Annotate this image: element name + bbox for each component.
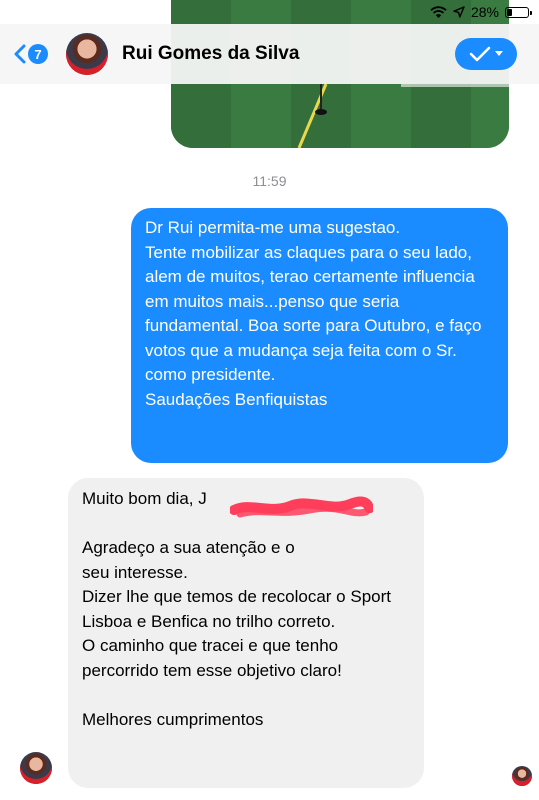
battery-icon (505, 6, 532, 18)
contact-name[interactable]: Rui Gomes da Silva (122, 43, 455, 65)
chevron-left-icon (14, 44, 26, 64)
wifi-icon (430, 5, 447, 19)
sender-avatar[interactable] (20, 752, 52, 784)
chevron-down-icon (495, 51, 503, 56)
outgoing-message-bubble[interactable]: Dr Rui permita-me uma sugestao. Tente mo… (131, 208, 508, 463)
messenger-screen: 28% 7 Rui Gomes da Silva 11:59 Dr Rui pe… (0, 0, 539, 800)
contact-avatar[interactable] (66, 33, 108, 75)
redaction-scribble (230, 496, 373, 518)
status-bar: 28% (0, 0, 539, 24)
location-arrow-icon (453, 6, 465, 18)
checkmark-icon (469, 46, 491, 62)
battery-level (507, 8, 512, 16)
unread-count-badge: 7 (28, 44, 48, 64)
message-timestamp: 11:59 (252, 173, 287, 189)
back-button[interactable]: 7 (14, 44, 48, 64)
chat-header: 7 Rui Gomes da Silva (0, 24, 539, 84)
read-receipt-avatar (512, 766, 532, 786)
battery-percent: 28% (470, 4, 499, 20)
incoming-message-bubble[interactable]: Muito bom dia, J Agradeço a sua atenção … (68, 478, 424, 788)
confirm-dropdown-button[interactable] (455, 38, 517, 70)
